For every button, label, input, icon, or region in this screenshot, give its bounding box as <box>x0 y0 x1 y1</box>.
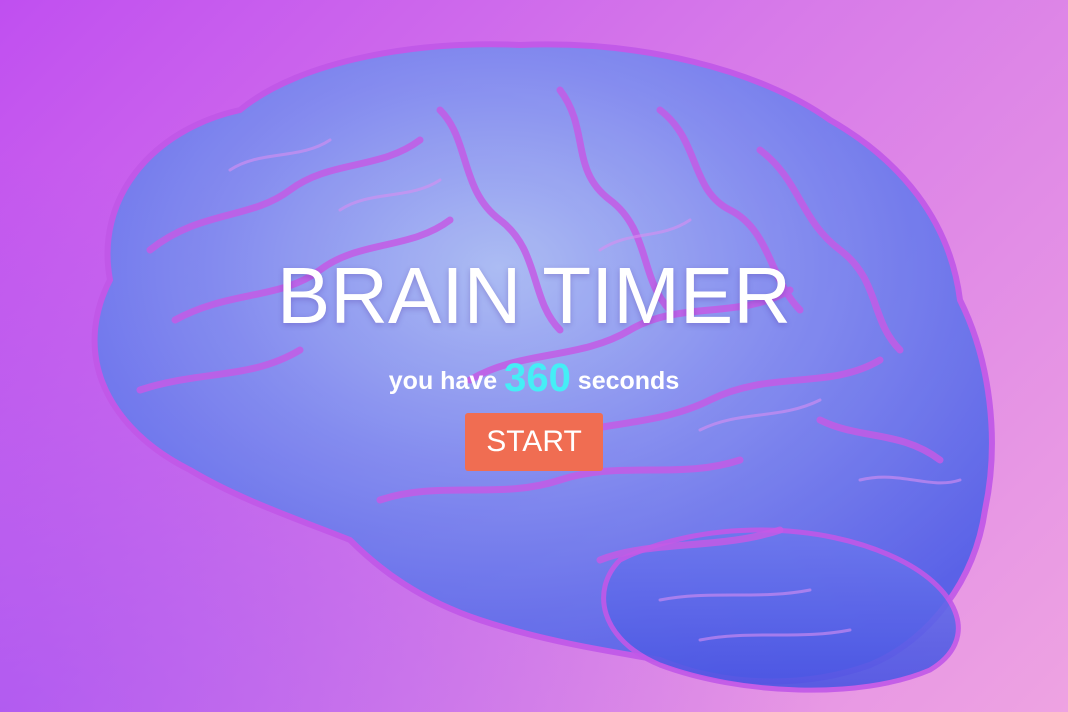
hero: BRAIN TIMER you have 360 seconds START <box>0 248 1068 471</box>
timer-suffix: seconds <box>577 367 680 395</box>
start-button[interactable]: START <box>465 413 603 471</box>
timer-screen: BRAIN TIMER you have 360 seconds START <box>0 0 1068 712</box>
seconds-count: 360 <box>504 356 571 400</box>
timer-text: you have 360 seconds <box>0 358 1068 401</box>
app-title: BRAIN TIMER <box>276 251 792 340</box>
timer-prefix: you have <box>388 367 498 395</box>
